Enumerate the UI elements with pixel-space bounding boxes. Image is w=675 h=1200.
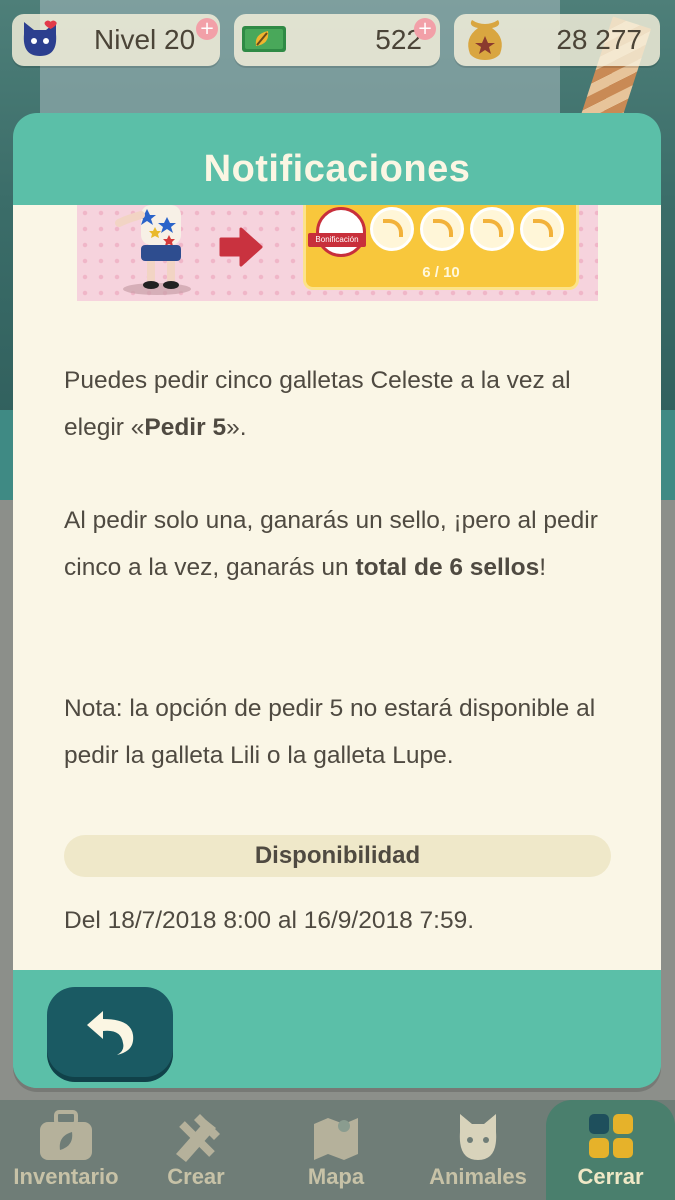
plus-icon[interactable]: + xyxy=(196,18,218,40)
leaf-ticket-icon xyxy=(242,26,286,52)
nav-cerrar[interactable]: Cerrar xyxy=(546,1100,675,1200)
nav-label: Animales xyxy=(429,1164,527,1189)
level-indicator[interactable]: Nivel 20 + xyxy=(12,14,220,66)
hammer-saw-icon xyxy=(176,1114,220,1162)
bottom-nav: Inventario Crear Mapa Animales Cerrar xyxy=(0,1100,675,1200)
back-button[interactable] xyxy=(47,987,173,1077)
nav-label: Mapa xyxy=(307,1164,365,1189)
nav-label: Cerrar xyxy=(577,1164,644,1189)
dialog-content[interactable]: Bonificación 6 / 10 Puedes pedir cinco g… xyxy=(13,205,661,970)
availability-heading: Disponibilidad xyxy=(64,835,611,877)
stamp-icon xyxy=(370,207,414,251)
paragraph-stamps: Al pedir solo una, ganarás un sello, ¡pe… xyxy=(64,507,598,581)
paragraph-note: Nota: la opción de pedir 5 no estará dis… xyxy=(64,695,596,769)
dialog-title: Notificaciones xyxy=(203,148,471,190)
bonus-label: Bonificación xyxy=(308,233,366,247)
villager-illustration xyxy=(115,205,191,295)
grid-icon xyxy=(588,1114,633,1158)
nav-label: Inventario xyxy=(13,1164,119,1189)
plus-icon[interactable]: + xyxy=(414,18,436,40)
bell-bag-icon xyxy=(468,20,502,60)
level-text: Nivel 20 xyxy=(94,24,196,55)
stamp-count: 6 / 10 xyxy=(422,264,460,281)
nav-mapa[interactable]: Mapa xyxy=(260,1100,412,1200)
cat-face-icon xyxy=(459,1114,497,1160)
stamp-icon xyxy=(470,207,514,251)
nav-inventario[interactable]: Inventario xyxy=(0,1100,132,1200)
nav-crear[interactable]: Crear xyxy=(132,1100,260,1200)
bells-count: 28 277 xyxy=(556,24,642,55)
dialog-footer xyxy=(13,970,661,1088)
stamp-icon xyxy=(420,207,464,251)
leaf-tickets-indicator[interactable]: 522 + xyxy=(234,14,440,66)
promo-banner: Bonificación 6 / 10 xyxy=(77,205,598,301)
bells-indicator: 28 277 xyxy=(454,14,660,66)
nav-label: Crear xyxy=(167,1164,225,1189)
bonus-stamp-icon xyxy=(316,207,366,257)
stamp-card: Bonificación 6 / 10 xyxy=(303,205,579,290)
cat-face-icon xyxy=(23,20,57,56)
notification-dialog: Notificaciones Bonificación 6 / 10 Puede… xyxy=(13,113,661,1088)
stamp-icon xyxy=(520,207,564,251)
arrow-right-icon xyxy=(219,227,263,267)
paragraph-order-five: Puedes pedir cinco galletas Celeste a la… xyxy=(64,367,571,441)
nav-animales[interactable]: Animales xyxy=(412,1100,544,1200)
map-icon xyxy=(314,1118,358,1160)
availability-dates: Del 18/7/2018 8:00 al 16/9/2018 7:59. xyxy=(64,907,475,934)
suitcase-icon xyxy=(40,1110,92,1160)
back-arrow-icon xyxy=(87,1011,134,1055)
